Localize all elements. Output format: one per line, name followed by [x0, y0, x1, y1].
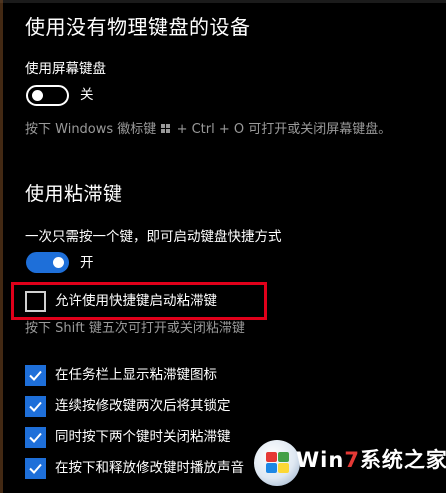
- option-label: 连续按修改键两次后将其锁定: [55, 398, 231, 414]
- onscreen-keyboard-label: 使用屏幕键盘: [25, 61, 106, 77]
- sticky-keys-description: 一次只需按一个键，即可启动键盘快捷方式: [25, 229, 282, 245]
- option-label: 在按下和释放修改键时播放声音: [55, 460, 244, 476]
- windows-flag-icon: [266, 452, 290, 474]
- check-icon: [29, 463, 42, 474]
- option-label: 在任务栏上显示粘滞键图标: [55, 367, 217, 383]
- hint-suffix: + Ctrl + O 可打开或关闭屏幕键盘。: [176, 122, 392, 137]
- onscreen-keyboard-toggle-state: 关: [80, 87, 94, 103]
- onscreen-keyboard-toggle[interactable]: [26, 85, 69, 106]
- windows7-logo-icon: [254, 440, 300, 486]
- check-icon: [29, 401, 42, 412]
- settings-page: 使用没有物理键盘的设备 使用屏幕键盘 关 按下 Windows 徽标键 + Ct…: [0, 0, 446, 493]
- toggle-knob: [32, 90, 43, 101]
- checkbox[interactable]: [25, 365, 46, 386]
- sticky-keys-toggle-state: 开: [80, 255, 94, 271]
- checkbox[interactable]: [25, 396, 46, 417]
- checkbox[interactable]: [25, 458, 46, 479]
- toggle-knob: [53, 257, 64, 268]
- shortcut-hint: 按下 Shift 键五次可打开或关闭粘滞键: [25, 321, 245, 336]
- option-label: 同时按下两个键时关闭粘滞键: [55, 429, 231, 445]
- window-left-edge: [0, 0, 3, 493]
- section-title-sticky-keys: 使用粘滞键: [25, 183, 123, 205]
- section-title-no-physical-keyboard: 使用没有物理键盘的设备: [25, 15, 251, 39]
- check-icon: [29, 432, 42, 443]
- window-top-edge: [0, 0, 446, 3]
- shortcut-checkbox[interactable]: [25, 291, 46, 312]
- hint-prefix: 按下 Windows 徽标键: [25, 122, 157, 137]
- onscreen-keyboard-hint: 按下 Windows 徽标键 + Ctrl + O 可打开或关闭屏幕键盘。: [25, 121, 391, 139]
- sticky-keys-toggle[interactable]: [26, 252, 69, 273]
- windows-logo-icon: [161, 124, 171, 134]
- check-icon: [29, 370, 42, 381]
- watermark: Win7系统之家: [246, 436, 446, 493]
- shortcut-checkbox-label: 允许使用快捷键启动粘滞键: [55, 293, 217, 309]
- watermark-text: Win7系统之家: [296, 448, 446, 472]
- checkbox[interactable]: [25, 427, 46, 448]
